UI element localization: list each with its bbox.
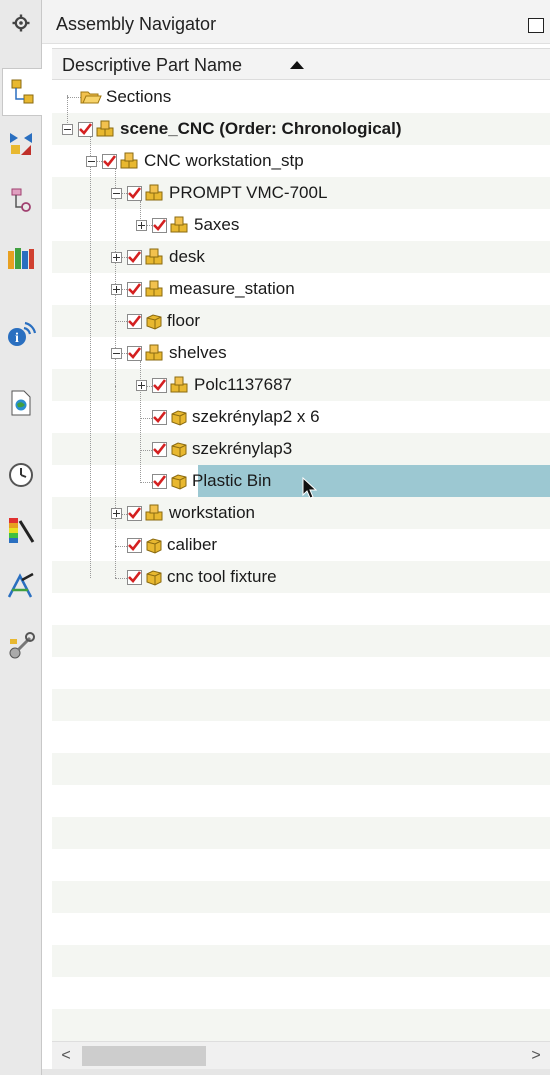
assembly-icon (145, 280, 163, 297)
tree-row-label: desk (169, 247, 205, 266)
visibility-checkbox[interactable] (127, 249, 142, 265)
tree-row-label: shelves (169, 343, 227, 362)
part-icon (171, 410, 187, 426)
tree-row-label: szekrénylap2 x 6 (192, 407, 320, 426)
roles-icon[interactable] (6, 630, 36, 660)
scroll-right-arrow[interactable]: > (526, 1045, 546, 1067)
tree-row-cnc-workstation-stp[interactable]: CNC workstation_stp (86, 145, 304, 177)
visual-effects-icon[interactable] (6, 515, 36, 545)
collapse-icon[interactable] (86, 155, 97, 167)
tree-row-label: Polc1137687 (194, 375, 292, 394)
part-icon (146, 538, 162, 554)
assembly-icon (120, 152, 138, 169)
history-icon[interactable] (6, 460, 36, 490)
tree-row-label: Plastic Bin (192, 471, 272, 490)
tree-row-prompt-vmc-700l[interactable]: PROMPT VMC-700L (111, 177, 327, 209)
visibility-checkbox[interactable] (152, 409, 167, 425)
column-header-descriptive-part-name[interactable]: Descriptive Part Name (52, 48, 550, 80)
assembly-navigator-icon[interactable] (2, 68, 42, 116)
expand-icon[interactable] (136, 219, 147, 231)
expand-icon[interactable] (111, 507, 122, 519)
hd3d-tools-icon[interactable]: i (6, 318, 36, 348)
resource-bar: i (0, 0, 42, 1075)
maximize-icon[interactable] (528, 18, 544, 33)
sort-ascending-icon (290, 61, 304, 69)
mouse-cursor-icon (302, 477, 318, 499)
column-header-label: Descriptive Part Name (62, 55, 243, 75)
tree-row-label: szekrénylap3 (192, 439, 293, 458)
assembly-navigator-panel: Assembly Navigator Descriptive Part Name (42, 0, 550, 1075)
visibility-checkbox[interactable] (127, 345, 142, 361)
visibility-checkbox[interactable] (127, 185, 142, 201)
expand-icon[interactable] (111, 283, 122, 295)
collapse-icon[interactable] (62, 123, 73, 135)
tree-row-label: scene_CNC (Order: Chronological) (120, 119, 402, 138)
svg-text:i: i (15, 331, 19, 346)
horizontal-scrollbar[interactable]: < > (52, 1041, 550, 1069)
visibility-checkbox[interactable] (152, 441, 167, 457)
visibility-checkbox[interactable] (152, 377, 167, 393)
constraint-navigator-icon[interactable] (6, 128, 36, 158)
visibility-checkbox[interactable] (102, 153, 117, 169)
assembly-icon (145, 504, 163, 521)
tree-row-label: floor (167, 311, 201, 330)
tree-row-shelves[interactable]: shelves (111, 337, 227, 369)
assembly-icon (145, 344, 163, 361)
expand-icon[interactable] (136, 379, 147, 391)
tree-row-cnc-tool-fixture[interactable]: cnc tool fixture (127, 561, 277, 593)
tree-row-workstation[interactable]: workstation (111, 497, 255, 529)
assembly-icon (145, 184, 163, 201)
visibility-checkbox[interactable] (78, 121, 93, 137)
part-icon (171, 474, 187, 490)
part-navigator-icon[interactable] (6, 185, 36, 215)
tree-row-5axes[interactable]: 5axes (136, 209, 239, 241)
expand-icon[interactable] (111, 251, 122, 263)
tree-row-plastic-bin[interactable]: Plastic Bin (152, 465, 271, 497)
tree-row-label: caliber (167, 535, 218, 554)
process-studio-icon[interactable] (6, 570, 36, 600)
tree-row-floor[interactable]: floor (127, 305, 200, 337)
collapse-icon[interactable] (111, 187, 122, 199)
panel-title: Assembly Navigator (56, 14, 217, 34)
part-icon (146, 314, 162, 330)
tree-row-label: workstation (169, 503, 255, 522)
web-browser-icon[interactable] (6, 388, 36, 418)
tree-row-szekrenylap2[interactable]: szekrénylap2 x 6 (152, 401, 320, 433)
part-icon (146, 570, 162, 586)
tree-row-polc1137687[interactable]: Polc1137687 (136, 369, 292, 401)
visibility-checkbox[interactable] (127, 505, 142, 521)
tree-row-scene-cnc[interactable]: scene_CNC (Order: Chronological) (62, 113, 402, 145)
assembly-icon (170, 376, 188, 393)
tree-row-measure-station[interactable]: measure_station (111, 273, 295, 305)
visibility-checkbox[interactable] (152, 473, 167, 489)
assembly-tree: Sections scene_CNC (Order: Chronological… (52, 81, 550, 1041)
visibility-checkbox[interactable] (127, 569, 142, 585)
visibility-checkbox[interactable] (152, 217, 167, 233)
tree-row-label: cnc tool fixture (167, 567, 277, 586)
gear-icon[interactable] (6, 8, 36, 38)
part-icon (171, 442, 187, 458)
panel-bottom-edge (42, 1069, 550, 1075)
folder-open-icon (80, 91, 102, 104)
tree-row-caliber[interactable]: caliber (127, 529, 217, 561)
visibility-checkbox[interactable] (127, 537, 142, 553)
tree-row-szekrenylap3[interactable]: szekrénylap3 (152, 433, 292, 465)
tree-row-desk[interactable]: desk (111, 241, 205, 273)
tree-row-sections[interactable]: Sections (80, 81, 171, 113)
assembly-icon (170, 216, 188, 233)
assembly-icon (96, 120, 114, 137)
scrollbar-thumb[interactable] (82, 1046, 206, 1066)
panel-titlebar: Assembly Navigator (42, 0, 550, 44)
visibility-checkbox[interactable] (127, 281, 142, 297)
tree-row-label: measure_station (169, 279, 295, 298)
reuse-library-icon[interactable] (6, 243, 36, 273)
tree-row-label: CNC workstation_stp (144, 151, 304, 170)
tree-row-label: Sections (106, 87, 172, 106)
visibility-checkbox[interactable] (127, 313, 142, 329)
tree-row-label: 5axes (194, 215, 240, 234)
assembly-icon (145, 248, 163, 265)
scroll-left-arrow[interactable]: < (56, 1045, 76, 1067)
tree-row-label: PROMPT VMC-700L (169, 183, 328, 202)
collapse-icon[interactable] (111, 347, 122, 359)
